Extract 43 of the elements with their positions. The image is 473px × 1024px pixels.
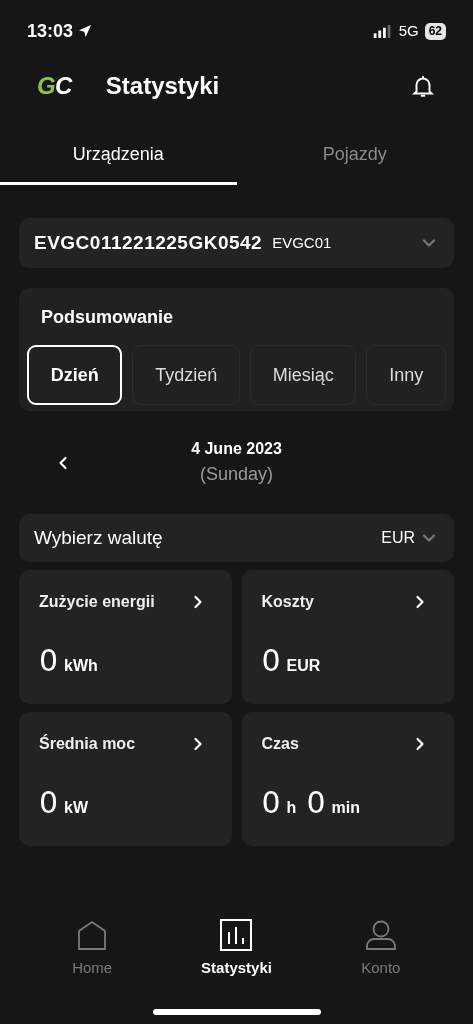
- metric-value: 0: [261, 646, 281, 676]
- logo-letter: C: [55, 71, 72, 99]
- period-button[interactable]: Dzień: [27, 345, 123, 405]
- page-title: Statystyki: [105, 70, 220, 101]
- signal-icon: [372, 24, 393, 38]
- nav-tab[interactable]: Konto: [325, 918, 436, 979]
- metric-unit: h: [286, 798, 297, 818]
- period-button[interactable]: Tydzień: [132, 345, 240, 405]
- weekday-label: (Sunday): [199, 463, 273, 486]
- period-button[interactable]: Inny: [366, 345, 446, 405]
- metric-value: 0: [261, 788, 281, 818]
- metric-value: 0: [39, 646, 59, 676]
- tab[interactable]: Urządzenia: [0, 127, 237, 185]
- date-label: 4 June 2023: [191, 439, 282, 459]
- metric-title: Czas: [261, 734, 299, 754]
- location-arrow-icon: [77, 23, 94, 39]
- metric-card[interactable]: Zużycie energii 0 kWh: [19, 570, 232, 704]
- period-button[interactable]: Miesiąc: [250, 345, 357, 405]
- metric-title: Zużycie energii: [39, 592, 155, 612]
- clock: 13:03: [27, 19, 74, 43]
- network-label: 5G: [398, 20, 419, 41]
- nav-tab[interactable]: Statystyki: [181, 918, 292, 979]
- nav-tab[interactable]: Home: [37, 918, 148, 979]
- metric-title: Średnia moc: [39, 733, 136, 754]
- person-icon: [364, 918, 397, 951]
- metric-value: 0: [306, 788, 326, 818]
- metric-value: 0: [39, 788, 59, 818]
- summary-title: Podsumowanie: [40, 306, 175, 329]
- currency-dropdown[interactable]: Wybierz walutę EUR: [19, 514, 454, 562]
- metric-card[interactable]: Średnia moc 0 kW: [19, 712, 232, 846]
- logo-letter: G: [37, 71, 56, 99]
- home-icon: [76, 918, 109, 951]
- metric-unit: EUR: [286, 656, 321, 676]
- metric-title: Koszty: [261, 592, 314, 612]
- metric-card[interactable]: Koszty 0 EUR: [241, 570, 454, 704]
- metric-unit: kW: [64, 798, 89, 818]
- metric-unit: min: [331, 798, 360, 818]
- battery-indicator: 62: [424, 22, 446, 40]
- metric-unit: kWh: [64, 656, 98, 676]
- bar-chart-icon: [220, 918, 253, 951]
- tab[interactable]: Pojazdy: [236, 127, 473, 185]
- device-dropdown[interactable]: EVGC011221225GK0542 EVGC01: [19, 218, 454, 268]
- metric-card[interactable]: Czas 0 h 0 min: [241, 712, 454, 846]
